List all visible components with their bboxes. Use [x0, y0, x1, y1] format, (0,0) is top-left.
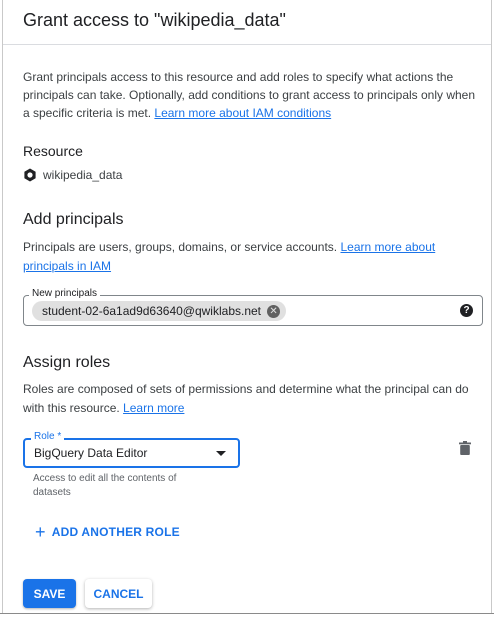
grant-access-dialog: Grant access to "wikipedia_data" Grant p…: [2, 0, 492, 614]
principals-description: Principals are users, groups, domains, o…: [23, 240, 338, 254]
dialog-header: Grant access to "wikipedia_data": [3, 0, 491, 45]
bigquery-dataset-icon: [24, 168, 36, 182]
principal-chip[interactable]: student-02-6a1ad9d63640@qwiklabs.net ✕: [32, 301, 287, 321]
bottom-divider: [0, 613, 494, 614]
roles-description: Roles are composed of sets of permission…: [23, 382, 469, 415]
add-principals-heading: Add principals: [23, 211, 124, 228]
role-select[interactable]: Role * BigQuery Data Editor: [23, 431, 240, 468]
resource-heading: Resource: [23, 143, 83, 159]
dialog-title: Grant access to "wikipedia_data": [23, 10, 286, 30]
principals-description-block: Principals are users, groups, domains, o…: [23, 238, 483, 276]
help-icon[interactable]: ?: [460, 304, 473, 317]
save-button[interactable]: SAVE: [23, 579, 76, 608]
new-principals-field[interactable]: New principals student-02-6a1ad9d63640@q…: [23, 288, 483, 326]
roles-learn-more-link[interactable]: Learn more: [123, 401, 184, 415]
assign-roles-heading: Assign roles: [23, 354, 111, 371]
role-helper-text: Access to edit all the contents of datas…: [33, 473, 177, 498]
dropdown-arrow-icon[interactable]: [216, 451, 226, 456]
chip-remove-icon[interactable]: ✕: [267, 304, 281, 318]
roles-description-block: Roles are composed of sets of permission…: [23, 380, 483, 418]
plus-icon: +: [35, 522, 46, 542]
add-another-role-button[interactable]: + ADD ANOTHER ROLE: [35, 522, 180, 542]
principal-chip-text: student-02-6a1ad9d63640@qwiklabs.net: [42, 304, 262, 318]
role-label: Role *: [31, 431, 65, 442]
intro-text-block: Grant principals access to this resource…: [23, 68, 478, 122]
role-selected-value: BigQuery Data Editor: [34, 446, 148, 460]
delete-role-icon[interactable]: [459, 441, 471, 455]
resource-name: wikipedia_data: [43, 168, 123, 182]
resource-row: wikipedia_data: [23, 168, 122, 182]
new-principals-label: New principals: [29, 288, 101, 299]
cancel-button[interactable]: CANCEL: [85, 579, 152, 608]
iam-conditions-link[interactable]: Learn more about IAM conditions: [154, 106, 331, 120]
add-another-role-label: ADD ANOTHER ROLE: [51, 525, 180, 539]
